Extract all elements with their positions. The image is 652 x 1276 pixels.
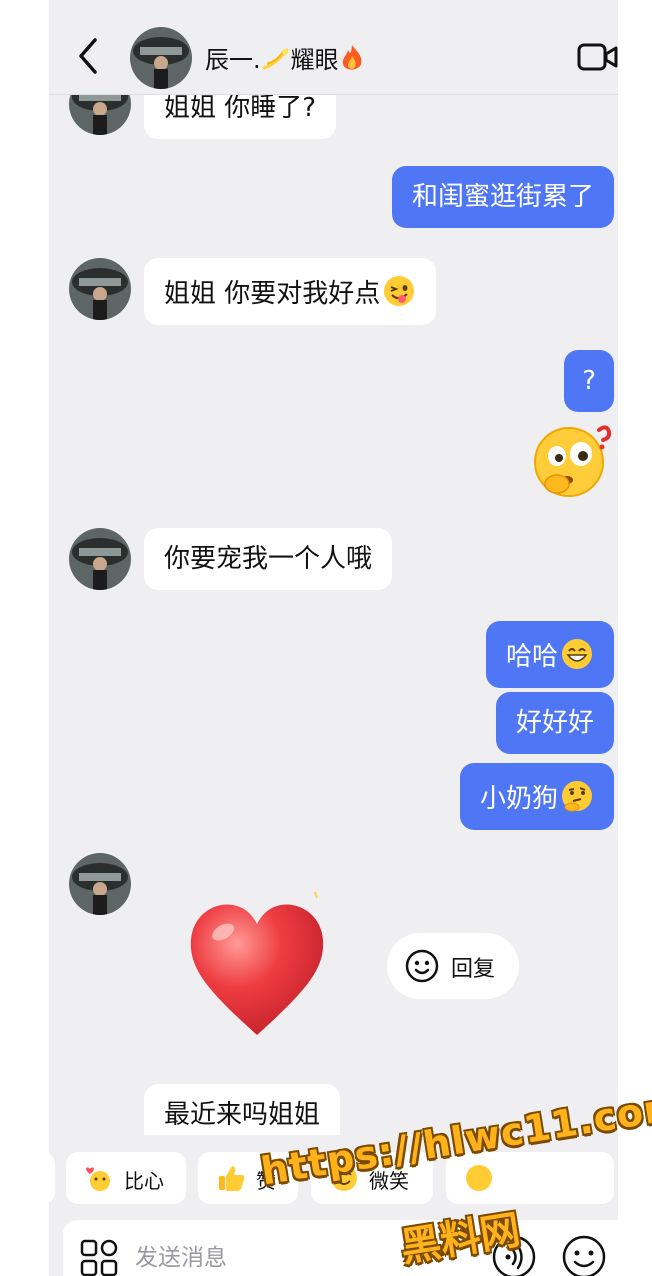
voice-icon[interactable] <box>491 1234 537 1276</box>
red-heart-sticker <box>190 891 324 1035</box>
emoji-icon[interactable] <box>561 1234 607 1276</box>
finger-heart-icon <box>86 1167 110 1191</box>
avatar-image <box>69 258 131 320</box>
back-button[interactable] <box>71 36 107 76</box>
message-bubble-outgoing[interactable]: 小奶狗 <box>459 763 614 830</box>
quick-reply-finger-heart[interactable]: 比心 <box>66 1152 186 1204</box>
message-text: 你要宠我一个人哦 <box>164 544 373 574</box>
message-bubble-incoming[interactable]: 姐姐 你要对我好点 <box>144 258 437 325</box>
message-text: ? <box>582 366 596 396</box>
quick-reply-thumbs-up[interactable]: 赞 <box>198 1152 298 1204</box>
message-text: 小奶狗 <box>479 784 558 814</box>
grinning-emoji <box>562 639 592 669</box>
avatar-image <box>69 528 131 590</box>
message-list[interactable]: 姐姐 你睡了? 和闺蜜逛街累了 姐姐 你要对我好点 ? 你要宠我一个人哦 哈哈 … <box>49 95 618 1135</box>
message-bubble-incoming[interactable]: 你要宠我一个人哦 <box>144 528 393 590</box>
contact-name-suffix: 耀眼 <box>290 46 339 74</box>
video-camera-icon <box>577 43 618 71</box>
chat-screen: 辰一. 耀眼 姐姐 你睡了? 和闺蜜逛街累了 姐姐 你要对我好点 ? 你要宠我一… <box>49 0 618 1276</box>
right-margin <box>618 0 652 1276</box>
quick-reply-chip-partial[interactable] <box>49 1152 55 1204</box>
message-bubble-incoming[interactable]: 最近来吗姐姐 <box>144 1084 341 1135</box>
chevron-left-icon <box>79 38 97 74</box>
message-input[interactable] <box>135 1238 465 1276</box>
message-text: 好好好 <box>515 708 594 738</box>
sticker-message[interactable] <box>187 890 327 1040</box>
message-text: 和闺蜜逛街累了 <box>411 182 594 212</box>
smiley-icon <box>405 949 439 983</box>
reply-label: 回复 <box>451 957 496 982</box>
contact-name-text: 辰一. <box>205 46 261 74</box>
message-text: 姐姐 你睡了? <box>164 95 317 123</box>
message-bubble-outgoing[interactable]: ? <box>564 350 614 412</box>
chip-label: 比心 <box>124 1169 164 1193</box>
message-text: 最近来吗姐姐 <box>164 1100 321 1130</box>
cheer-icon <box>466 1165 492 1191</box>
sender-avatar[interactable] <box>69 528 131 590</box>
chip-label: 赞 <box>256 1169 276 1193</box>
contact-name: 辰一. 耀眼 <box>205 40 365 75</box>
chip-label: 微笑 <box>369 1169 409 1193</box>
thumbs-up-icon <box>219 1166 245 1191</box>
dizzy-emoji <box>262 48 289 70</box>
quick-reply-bar: 比心 赞 微笑 <box>49 1135 618 1213</box>
sender-avatar[interactable] <box>69 95 131 135</box>
quick-reply-cheer[interactable] <box>446 1152 614 1204</box>
avatar-image <box>69 853 131 915</box>
sender-avatar[interactable] <box>69 258 131 320</box>
fire-emoji <box>342 45 362 70</box>
message-bubble-outgoing[interactable]: 好好好 <box>495 692 614 754</box>
avatar-image <box>69 95 131 135</box>
chat-header: 辰一. 耀眼 <box>49 0 618 95</box>
winking-tongue-emoji <box>384 276 415 306</box>
confused-face-sticker <box>534 425 612 497</box>
message-input-bar <box>63 1220 618 1276</box>
avatar-image <box>130 27 192 89</box>
reply-button[interactable]: 回复 <box>387 933 519 999</box>
message-text: 哈哈 <box>505 642 558 672</box>
quick-reply-smile[interactable]: 微笑 <box>311 1152 433 1204</box>
contact-avatar[interactable] <box>130 27 192 89</box>
apps-grid-icon[interactable] <box>79 1238 119 1276</box>
message-bubble-outgoing[interactable]: 和闺蜜逛街累了 <box>391 166 614 228</box>
smile-icon <box>331 1165 357 1191</box>
left-margin <box>0 0 49 1276</box>
thinking-face-emoji <box>562 781 592 812</box>
sender-avatar[interactable] <box>69 853 131 915</box>
message-text: 姐姐 你要对我好点 <box>164 279 381 309</box>
video-call-button[interactable] <box>576 42 618 72</box>
sticker-message[interactable] <box>531 420 615 500</box>
message-bubble-outgoing[interactable]: 哈哈 <box>485 621 614 688</box>
message-bubble-incoming[interactable]: 姐姐 你睡了? <box>144 95 337 139</box>
